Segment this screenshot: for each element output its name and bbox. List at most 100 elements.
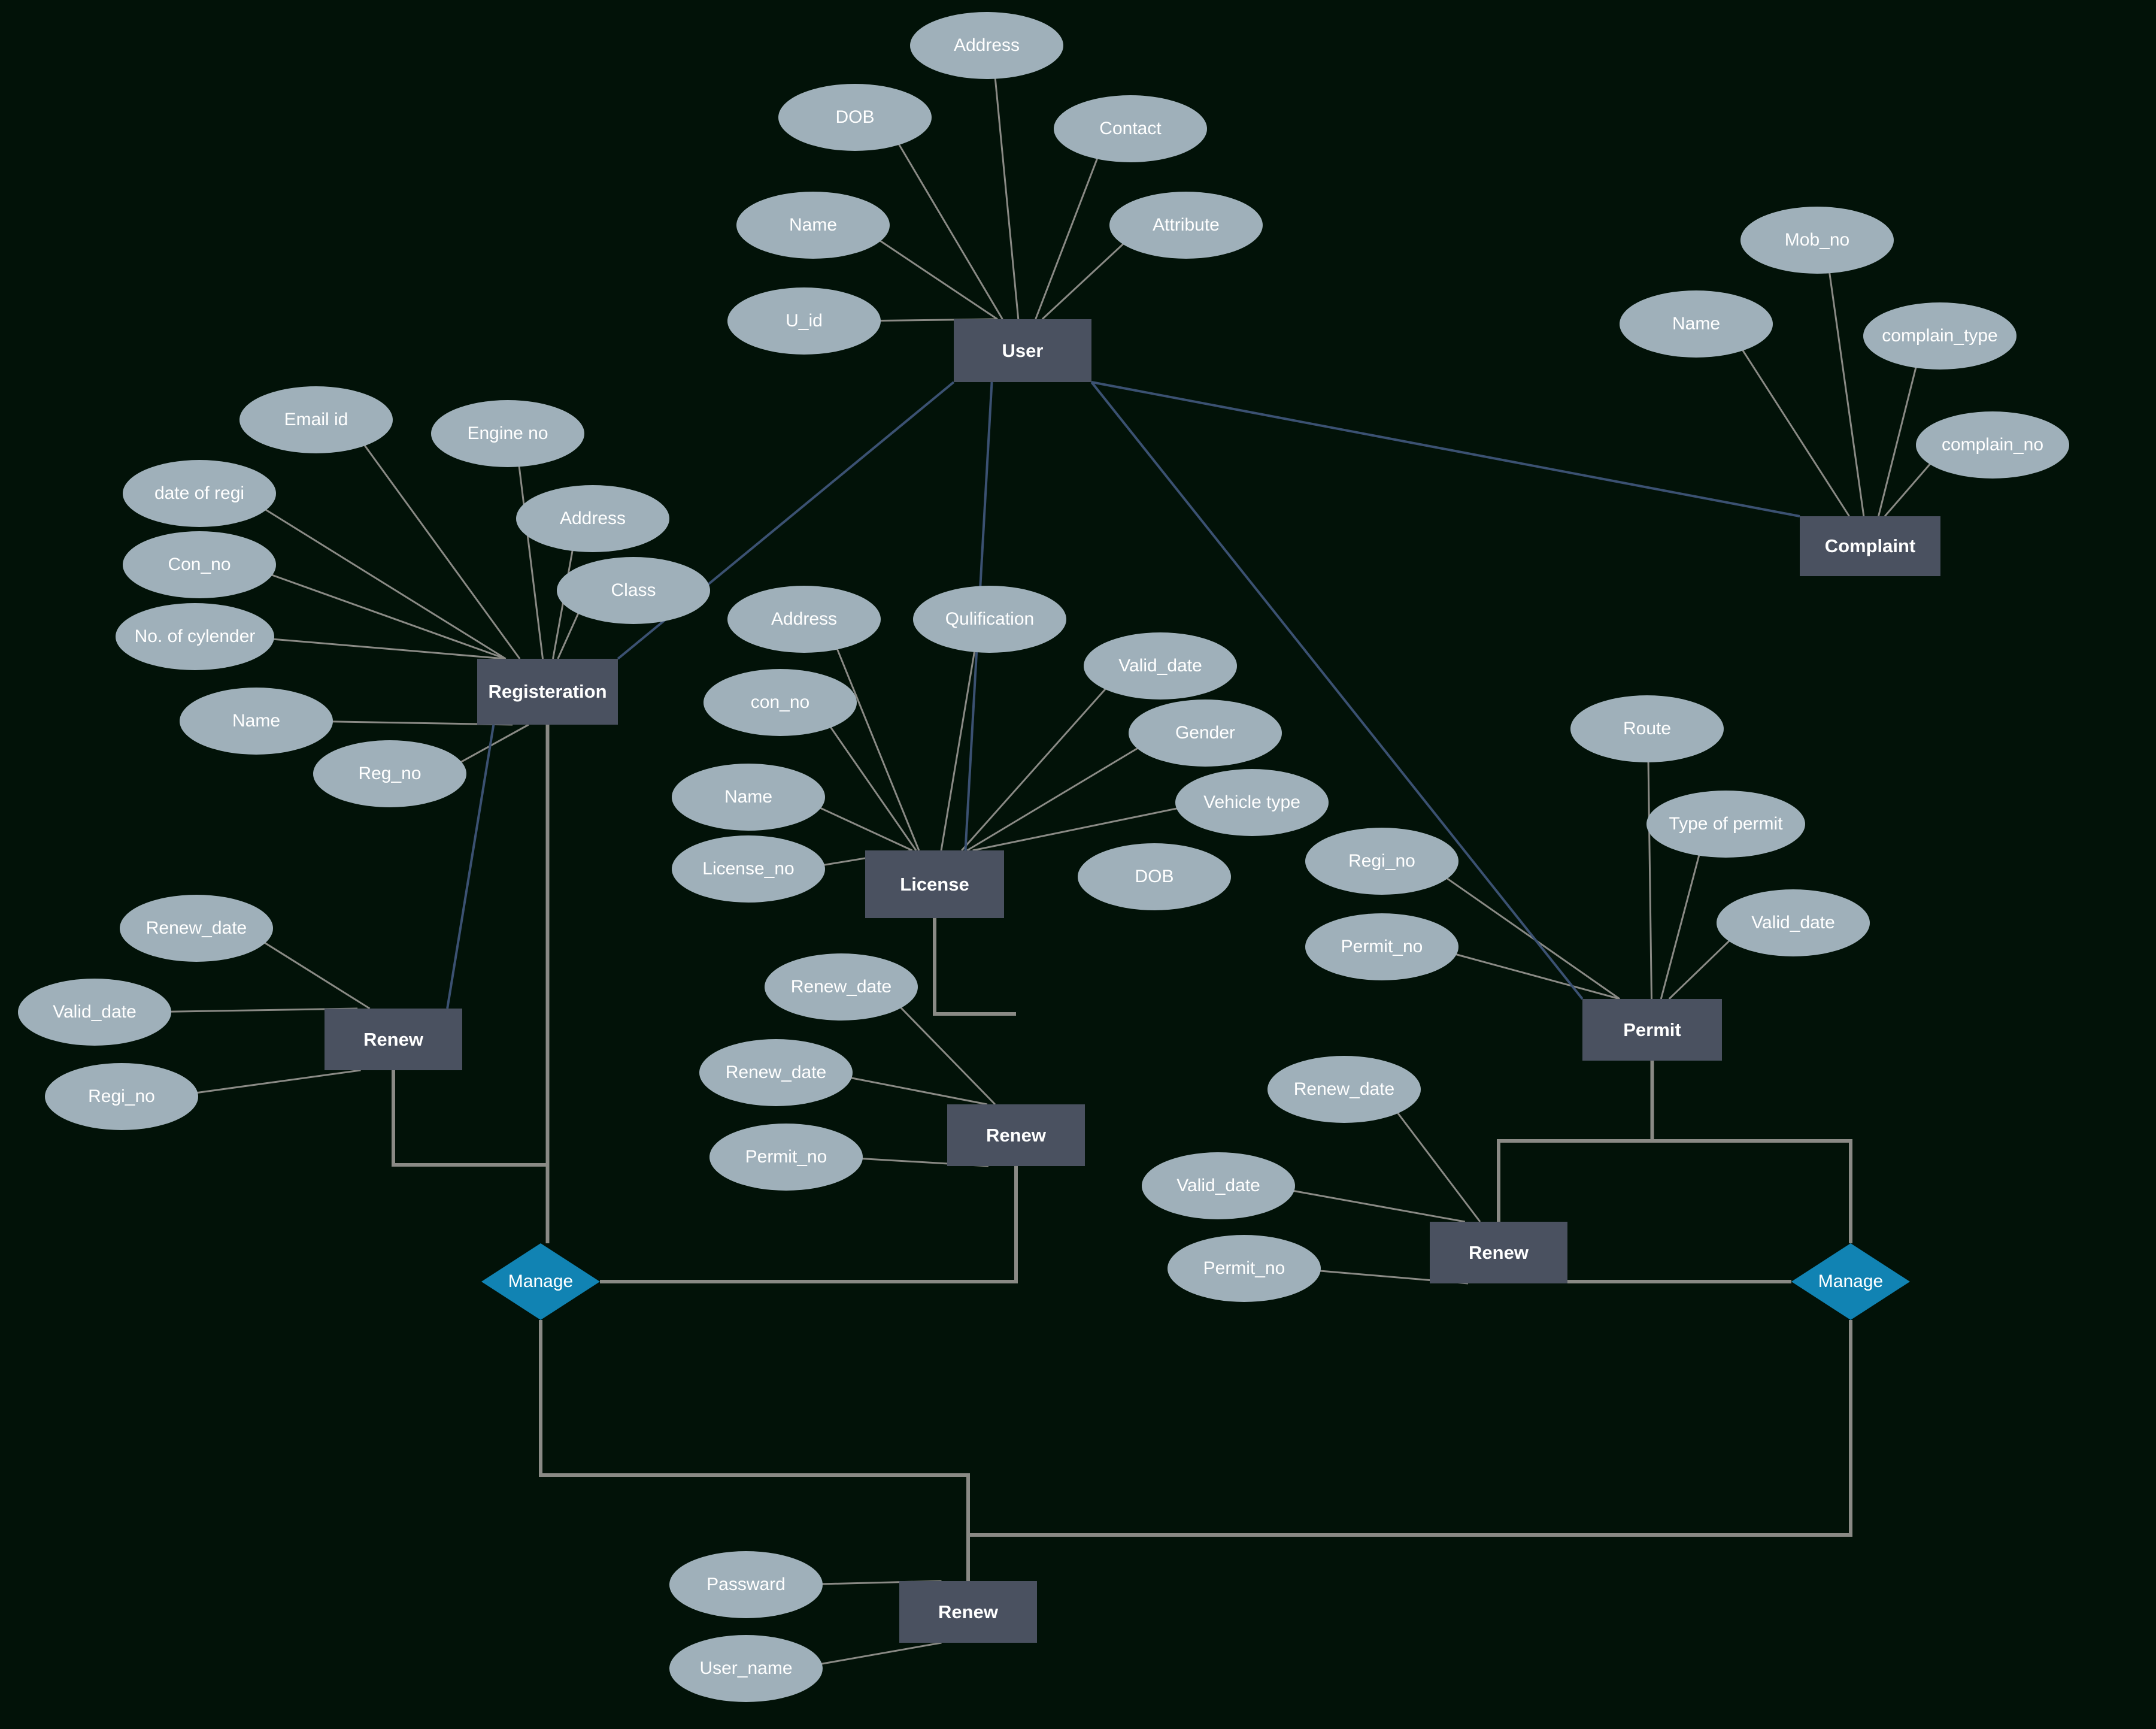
edge-permit-renew-per bbox=[1497, 1061, 1654, 1222]
attribute-link-per_route bbox=[1647, 761, 1652, 1000]
attribute-lic_licno[interactable]: License_no bbox=[672, 835, 825, 903]
attribute-reg_regno[interactable]: Reg_no bbox=[313, 740, 466, 807]
entity-renew_per[interactable]: Renew bbox=[1430, 1222, 1567, 1283]
attribute-label: Regi_no bbox=[88, 1086, 155, 1107]
attribute-user_contact[interactable]: Contact bbox=[1054, 95, 1207, 162]
attribute-link-reg_dateregi bbox=[263, 508, 507, 660]
attribute-reg_class[interactable]: Class bbox=[557, 557, 710, 624]
attribute-link-comp_name bbox=[1741, 349, 1850, 517]
attribute-label: complain_no bbox=[1941, 435, 2044, 455]
attribute-label: DOB bbox=[1135, 867, 1174, 887]
attribute-label: Valid_date bbox=[1118, 656, 1202, 676]
attribute-rno_username[interactable]: User_name bbox=[669, 1635, 823, 1702]
edge-license-renew-lic bbox=[933, 918, 1016, 1016]
attribute-label: Qulification bbox=[945, 609, 1035, 629]
attribute-rnr_renewdate[interactable]: Renew_date bbox=[120, 895, 273, 962]
attribute-per_regno[interactable]: Regi_no bbox=[1305, 828, 1458, 895]
attribute-reg_conno[interactable]: Con_no bbox=[123, 531, 276, 598]
entity-complaint[interactable]: Complaint bbox=[1800, 516, 1940, 576]
attribute-label: Email id bbox=[284, 410, 348, 430]
er-diagram-canvas: Address DOB Contact Name Attribute U_id Mob_no… bbox=[0, 0, 2156, 1729]
attribute-per_type[interactable]: Type of permit bbox=[1646, 791, 1805, 858]
attribute-label: License_no bbox=[702, 859, 795, 879]
attribute-user_attribute[interactable]: Attribute bbox=[1109, 192, 1263, 259]
attribute-rno_passward[interactable]: Passward bbox=[669, 1551, 823, 1618]
attribute-link-rnr_regino bbox=[194, 1069, 361, 1094]
attribute-per_permitno[interactable]: Permit_no bbox=[1305, 913, 1458, 980]
attribute-rnl_renewdate2[interactable]: Renew_date bbox=[699, 1039, 853, 1106]
attribute-reg_address[interactable]: Address bbox=[516, 485, 669, 552]
attribute-link-lic_conno bbox=[829, 725, 917, 851]
attribute-lic_vehicle[interactable]: Vehicle type bbox=[1175, 769, 1329, 836]
entity-label: Renew bbox=[1469, 1242, 1529, 1263]
attribute-link-reg_conno bbox=[269, 573, 507, 660]
attribute-link-lic_name bbox=[818, 806, 913, 852]
attribute-label: Valid_date bbox=[53, 1002, 137, 1022]
edge-permit-manage-right bbox=[1652, 1139, 1852, 1243]
attribute-per_route[interactable]: Route bbox=[1570, 695, 1724, 762]
attribute-link-user_contact bbox=[1035, 157, 1099, 320]
attribute-lic_qual[interactable]: Qulification bbox=[913, 586, 1066, 653]
attribute-reg_engine[interactable]: Engine no bbox=[431, 400, 584, 467]
attribute-lic_gender[interactable]: Gender bbox=[1129, 700, 1282, 767]
attribute-label: Con_no bbox=[168, 555, 231, 575]
entity-license[interactable]: License bbox=[865, 850, 1004, 918]
relationship-manage_left[interactable]: Manage bbox=[481, 1243, 600, 1320]
attribute-user_address[interactable]: Address bbox=[910, 12, 1063, 79]
attribute-label: Renew_date bbox=[725, 1062, 827, 1083]
attribute-rnr_regino[interactable]: Regi_no bbox=[45, 1063, 198, 1130]
entity-permit[interactable]: Permit bbox=[1582, 999, 1722, 1061]
attribute-rnp_valid[interactable]: Valid_date bbox=[1142, 1152, 1295, 1219]
attribute-label: Address bbox=[953, 35, 1020, 56]
entity-registeration[interactable]: Registeration bbox=[477, 659, 618, 725]
attribute-reg_dateregi[interactable]: date of regi bbox=[123, 460, 276, 527]
entity-renew_lic[interactable]: Renew bbox=[947, 1104, 1085, 1166]
attribute-link-per_valid bbox=[1668, 939, 1732, 1000]
attribute-link-rnp_valid bbox=[1291, 1189, 1466, 1223]
attribute-link-comp_no bbox=[1884, 462, 1932, 517]
attribute-label: Valid_date bbox=[1176, 1176, 1260, 1196]
entity-label: User bbox=[1002, 340, 1044, 361]
attribute-label: Address bbox=[771, 609, 838, 629]
attribute-link-user_address bbox=[994, 77, 1020, 320]
entity-label: Renew bbox=[986, 1124, 1046, 1146]
attribute-label: Mob_no bbox=[1784, 230, 1850, 250]
attribute-rnp_renewdate[interactable]: Renew_date bbox=[1267, 1056, 1421, 1123]
attribute-comp_no[interactable]: complain_no bbox=[1916, 411, 2069, 479]
attribute-label: Contact bbox=[1099, 119, 1162, 139]
attribute-lic_address[interactable]: Address bbox=[727, 586, 881, 653]
attribute-rnr_valid[interactable]: Valid_date bbox=[18, 979, 171, 1046]
attribute-link-per_regno bbox=[1445, 876, 1621, 1000]
attribute-user_uid[interactable]: U_id bbox=[727, 287, 881, 355]
attribute-per_valid[interactable]: Valid_date bbox=[1717, 889, 1870, 956]
attribute-rnl_renewdate1[interactable]: Renew_date bbox=[765, 953, 918, 1021]
attribute-comp_mobno[interactable]: Mob_no bbox=[1740, 207, 1894, 274]
attribute-user_name[interactable]: Name bbox=[736, 192, 890, 259]
attribute-link-lic_qual bbox=[940, 650, 976, 851]
attribute-link-reg_email bbox=[363, 444, 521, 659]
relationship-manage_right[interactable]: Manage bbox=[1791, 1243, 1910, 1320]
entity-renew_login[interactable]: Renew bbox=[899, 1581, 1037, 1643]
attribute-lic_dob[interactable]: DOB bbox=[1078, 843, 1231, 910]
attribute-link-comp_type bbox=[1878, 366, 1917, 517]
attribute-rnl_permitno[interactable]: Permit_no bbox=[709, 1124, 863, 1191]
attribute-label: Renew_date bbox=[145, 918, 247, 938]
entity-label: License bbox=[900, 873, 969, 895]
attribute-reg_name[interactable]: Name bbox=[180, 688, 333, 755]
attribute-rnp_permitno[interactable]: Permit_no bbox=[1168, 1235, 1321, 1302]
attribute-link-reg_cylender bbox=[271, 638, 505, 660]
attribute-reg_email[interactable]: Email id bbox=[239, 386, 393, 453]
attribute-user_dob[interactable]: DOB bbox=[778, 84, 932, 151]
attribute-label: Class bbox=[611, 580, 656, 601]
attribute-lic_valid[interactable]: Valid_date bbox=[1084, 632, 1237, 700]
attribute-lic_name[interactable]: Name bbox=[672, 764, 825, 831]
entity-renew_reg[interactable]: Renew bbox=[325, 1009, 462, 1070]
attribute-reg_cylender[interactable]: No. of cylender bbox=[116, 603, 274, 670]
attribute-label: Renew_date bbox=[790, 977, 892, 997]
attribute-link-rnl_renewdate2 bbox=[848, 1076, 988, 1106]
attribute-comp_type[interactable]: complain_type bbox=[1863, 302, 2016, 370]
entity-user[interactable]: User bbox=[954, 319, 1091, 382]
attribute-link-lic_address bbox=[836, 647, 920, 851]
attribute-comp_name[interactable]: Name bbox=[1620, 290, 1773, 358]
attribute-lic_conno[interactable]: con_no bbox=[703, 669, 857, 736]
